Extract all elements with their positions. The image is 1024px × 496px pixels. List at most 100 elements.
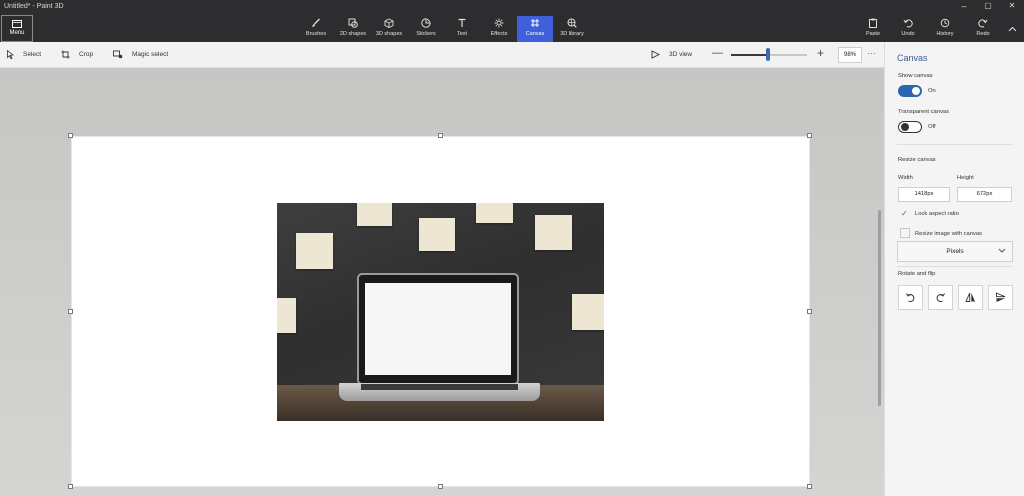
resize-handle-bottom-right[interactable] [807,484,812,489]
tool-3d-library[interactable]: 3D library [556,16,588,42]
minimize-button[interactable]: – [954,1,974,11]
text-icon [458,18,466,27]
history-icon [940,18,950,28]
menu-label: Menu [9,30,25,36]
folder-icon [12,20,22,28]
sticky-note [419,218,455,251]
magic-select-label: Magic select [132,51,169,58]
brush-icon [312,18,320,27]
rotate-right-button[interactable] [928,285,953,310]
toggle-knob [912,87,920,95]
resize-handle-right[interactable] [807,309,812,314]
show-canvas-state: On [928,88,936,94]
width-label: Width [898,175,913,181]
units-value: Pixels [946,248,964,255]
magic-select-tool[interactable]: Magic select [113,50,168,59]
show-canvas-toggle[interactable] [898,85,922,97]
resize-handle-top[interactable] [438,133,443,138]
units-dropdown[interactable]: Pixels [897,241,1013,262]
resize-handle-left[interactable] [68,309,73,314]
zoom-slider-thumb[interactable] [766,48,770,61]
resize-handle-bottom[interactable] [438,484,443,489]
sticky-note [277,298,296,333]
lock-aspect-checkbox[interactable]: ✓ [901,209,908,218]
zoom-value[interactable]: 98% [838,47,862,63]
undo-icon [903,19,913,28]
tool-label: Stickers [416,31,436,37]
canvas-toolbar: Select Crop Magic select 3D view — + 98%… [0,42,884,68]
tool-text[interactable]: Text [450,16,474,42]
laptop-lid [357,273,519,385]
select-tool[interactable]: Select [7,50,41,59]
rotate-right-icon [936,293,945,303]
resize-canvas-label: Resize canvas [898,157,936,163]
rotate-left-icon [906,293,915,303]
action-label: Paste [865,31,881,37]
height-input[interactable]: 672px [957,187,1012,202]
transparent-canvas-toggle[interactable] [898,121,922,133]
3d-shapes-icon [384,18,394,28]
action-label: History [936,31,954,37]
crop-label: Crop [79,51,94,58]
window-title: Untitled* - Paint 3D [4,3,64,10]
tool-canvas[interactable]: Canvas [517,16,553,42]
action-label: Undo [901,31,915,37]
laptop-keyboard [361,384,518,390]
tool-stickers[interactable]: Stickers [413,16,439,42]
history-button[interactable]: History [932,16,958,42]
3d-view-icon [651,50,660,59]
tool-effects[interactable]: Effects [486,16,512,42]
tool-brushes[interactable]: Brushes [303,16,329,42]
action-label: Redo [976,31,990,37]
lock-aspect-label: Lock aspect ratio [915,211,959,217]
menu-button[interactable]: Menu [1,15,33,42]
panel-divider [897,266,1013,267]
resize-image-checkbox[interactable] [900,228,910,238]
redo-button[interactable]: Redo [971,16,995,42]
vertical-scrollbar[interactable] [878,210,881,406]
panel-title: Canvas [897,53,928,63]
chevron-down-icon [998,242,1006,261]
resize-handle-bottom-left[interactable] [68,484,73,489]
tool-label: 2D shapes [339,31,367,37]
sticky-note [535,215,572,250]
height-label: Height [957,175,974,181]
flip-vertical-button[interactable] [988,285,1013,310]
chevron-up-icon [1008,26,1016,32]
crop-tool[interactable]: Crop [61,50,93,59]
effects-icon [494,18,504,28]
title-bar: Untitled* - Paint 3D Menu Brushes 2D sha… [0,0,1024,42]
laptop-photo[interactable] [277,203,604,421]
tool-label: Brushes [305,31,327,37]
tool-label: 3D shapes [375,31,403,37]
resize-handle-top-right[interactable] [807,133,812,138]
undo-button[interactable]: Undo [896,16,920,42]
tool-2d-shapes[interactable]: 2D shapes [338,16,368,42]
width-input[interactable]: 1418px [898,187,950,202]
close-button[interactable]: ✕ [1002,1,1022,10]
flip-horizontal-button[interactable] [958,285,983,310]
crop-icon [61,50,70,59]
toggle-knob [900,122,909,131]
paste-button[interactable]: Paste [861,16,885,42]
more-options-button[interactable]: ··· [867,48,876,58]
stickers-icon [421,18,431,28]
3d-view-label: 3D view [669,51,693,58]
collapse-ribbon-button[interactable] [1002,24,1022,34]
zoom-out-button[interactable]: — [712,47,723,59]
show-canvas-label: Show canvas [898,73,933,79]
flip-vertical-icon [996,292,1006,302]
cursor-icon [7,50,14,59]
3d-view-toggle[interactable]: 3D view [651,50,692,59]
rotate-left-button[interactable] [898,285,923,310]
redo-icon [978,19,988,28]
tool-label: Canvas [525,31,545,37]
transparent-canvas-state: Off [928,124,936,130]
tool-3d-shapes[interactable]: 3D shapes [373,16,405,42]
maximize-button[interactable]: ▢ [978,1,998,10]
sticky-note [476,203,513,223]
sticky-note [572,294,604,330]
resize-handle-top-left[interactable] [68,133,73,138]
zoom-in-button[interactable]: + [817,46,824,60]
panel-divider [897,144,1013,145]
